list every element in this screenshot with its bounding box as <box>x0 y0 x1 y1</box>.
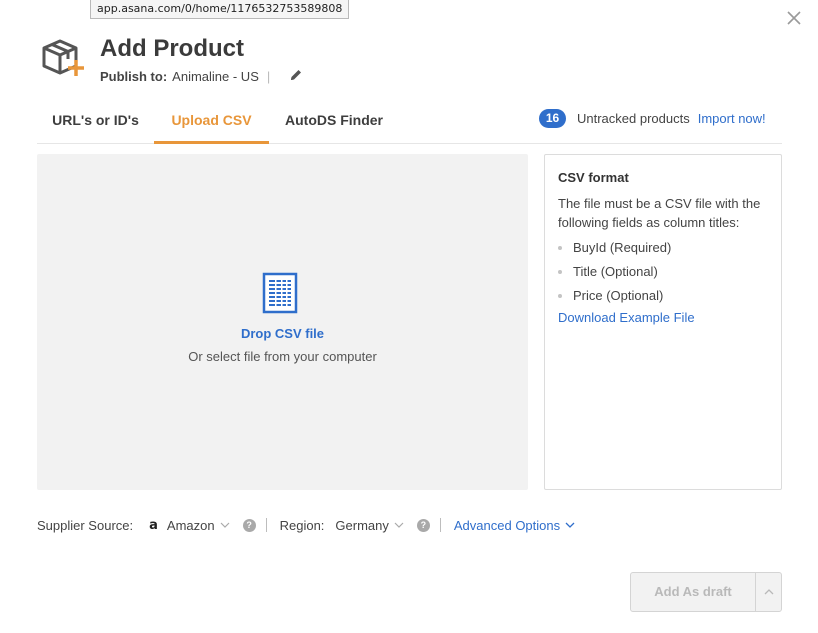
publish-label: Publish to: <box>100 69 168 84</box>
field-label: Title (Optional) <box>573 264 658 279</box>
close-icon[interactable] <box>786 10 802 26</box>
csv-format-panel: CSV format The file must be a CSV file w… <box>544 154 782 490</box>
chevron-down-icon <box>220 522 230 528</box>
pencil-icon[interactable] <box>289 68 303 82</box>
field-label: BuyId (Required) <box>573 240 672 255</box>
publish-store: Animaline - US <box>172 69 259 84</box>
chevron-down-icon <box>394 522 404 528</box>
supplier-source-label: Supplier Source: <box>37 517 134 533</box>
amazon-icon: a <box>149 517 158 533</box>
drop-csv-title: Drop CSV file <box>240 326 325 341</box>
select-file-text: Or select file from your computer <box>188 349 377 364</box>
import-now-link[interactable]: Import now! <box>698 111 766 126</box>
region-label: Region: <box>279 517 325 533</box>
add-as-draft-button[interactable]: Add As draft <box>631 573 755 611</box>
box-add-icon <box>42 39 84 76</box>
draft-options-button[interactable] <box>756 573 781 611</box>
page-title: Add Product <box>100 35 244 62</box>
chevron-up-icon <box>764 589 773 595</box>
publish-to: Publish to: Animaline - US | <box>100 69 270 84</box>
publish-separator: | <box>266 69 271 84</box>
csv-file-icon <box>262 272 298 314</box>
list-item: BuyId (Required) <box>558 236 768 260</box>
csv-format-description: The file must be a CSV file with the fol… <box>558 196 761 230</box>
region-value: Germany <box>335 517 389 533</box>
csv-dropzone[interactable]: Drop CSV file Or select file from your c… <box>37 154 528 490</box>
csv-field-list: BuyId (Required) Title (Optional) Price … <box>558 236 768 308</box>
bullet <box>558 294 562 298</box>
supplier-select[interactable]: Amazon <box>167 518 230 533</box>
untracked-count-badge: 16 <box>539 108 566 128</box>
help-icon[interactable]: ? <box>416 518 430 532</box>
chevron-down-icon <box>565 522 575 528</box>
advanced-options-label: Advanced Options <box>453 517 561 533</box>
csv-format-title: CSV format <box>558 170 629 185</box>
divider <box>265 518 267 532</box>
tab-urls-or-ids[interactable]: URL's or ID's <box>37 100 154 144</box>
add-as-draft-split-button: Add As draft <box>630 572 782 612</box>
list-item: Title (Optional) <box>558 260 768 284</box>
field-label: Price (Optional) <box>573 288 664 303</box>
options-bar: Supplier Source: a Amazon ? Region: Germ… <box>37 515 575 535</box>
region-select[interactable]: Germany <box>335 517 404 533</box>
download-example-link[interactable]: Download Example File <box>558 310 695 325</box>
tab-upload-csv[interactable]: Upload CSV <box>154 100 269 144</box>
list-item: Price (Optional) <box>558 284 768 308</box>
url-tooltip: app.asana.com/0/home/1176532753589808 <box>90 0 350 19</box>
divider <box>439 518 441 532</box>
untracked-label: Untracked products <box>577 110 690 126</box>
bullet <box>558 246 562 250</box>
help-icon[interactable]: ? <box>242 518 256 532</box>
tab-autods-finder[interactable]: AutoDS Finder <box>274 100 394 144</box>
supplier-value: Amazon <box>166 517 215 533</box>
bullet <box>558 270 562 274</box>
untracked-products: 16 Untracked products Import now! <box>539 108 766 128</box>
advanced-options-toggle[interactable]: Advanced Options <box>454 518 575 533</box>
